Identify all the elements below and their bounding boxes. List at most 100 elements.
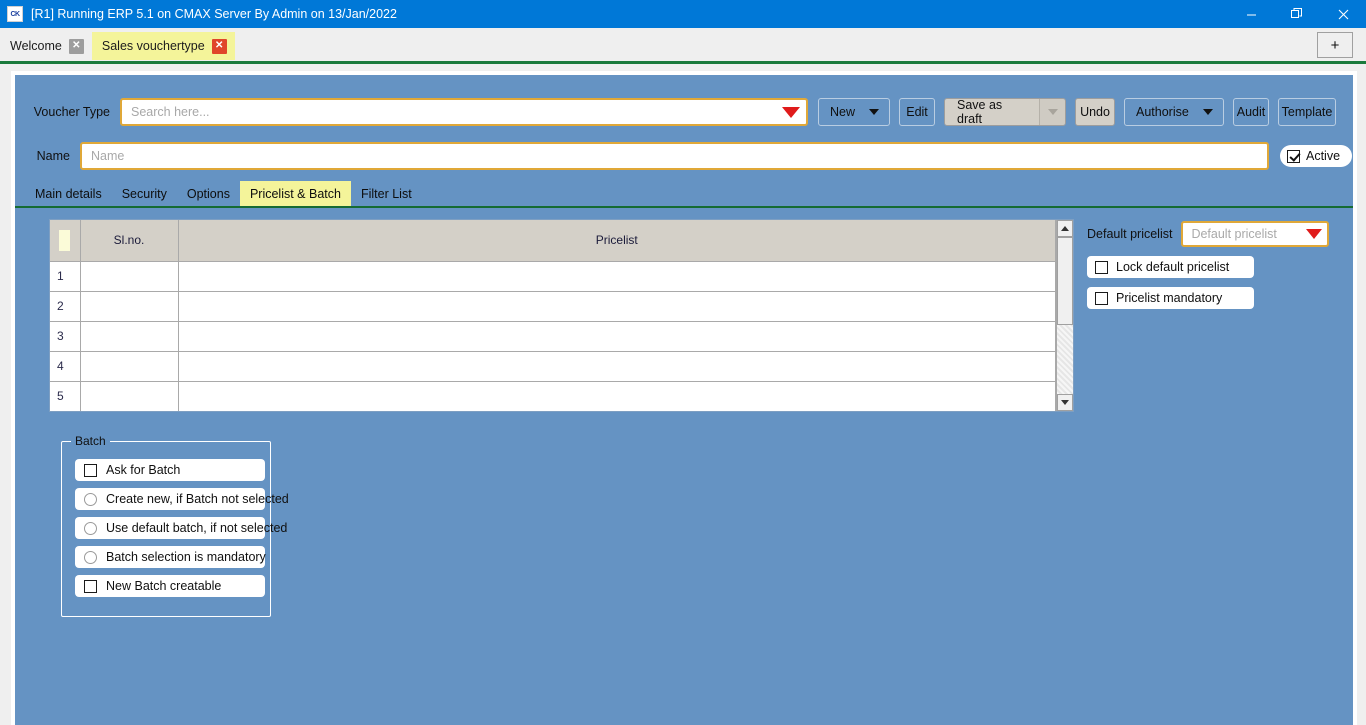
row-number: 2	[50, 291, 81, 322]
close-tab-icon[interactable]: ✕	[211, 38, 227, 54]
use-default-batch-if-not-selected-radio[interactable]: Use default batch, if not selected	[75, 517, 287, 539]
caret-down-icon[interactable]	[1306, 229, 1323, 239]
grid-vertical-scrollbar[interactable]	[1056, 220, 1073, 411]
name-label: Name	[36, 149, 70, 163]
add-tab-button[interactable]: +	[1317, 32, 1353, 58]
save-as-draft-dropdown-button[interactable]	[1039, 99, 1065, 125]
minimize-icon	[1246, 14, 1256, 15]
authorise-button-label: Authorise	[1136, 105, 1189, 119]
grid-header-row: Sl.no. Pricelist	[50, 220, 1056, 262]
window-title: [R1] Running ERP 5.1 on CMAX Server By A…	[31, 7, 397, 21]
chevron-down-icon	[1047, 109, 1058, 115]
cell-slno[interactable]	[80, 321, 179, 352]
document-tab-label: Sales vouchertype	[101, 39, 205, 53]
row-number: 3	[50, 321, 81, 352]
cell-pricelist[interactable]	[178, 321, 1056, 352]
grid-header-marker-cell	[50, 220, 81, 262]
new-button[interactable]: New	[818, 98, 890, 126]
authorise-button[interactable]: Authorise	[1124, 98, 1224, 126]
section-tab-underline	[15, 206, 1353, 208]
pricelist-grid-body[interactable]: Sl.no. Pricelist 1 2 3 4 5	[50, 220, 1056, 411]
checkbox-checked-icon	[1287, 149, 1300, 163]
ask-for-batch-label: Ask for Batch	[106, 463, 181, 477]
tab-main-details[interactable]: Main details	[25, 181, 112, 207]
cell-pricelist[interactable]	[178, 381, 1056, 411]
minimize-button[interactable]	[1228, 0, 1274, 28]
active-checkbox[interactable]: Active	[1280, 145, 1353, 167]
create-new-if-batch-not-selected-label: Create new, if Batch not selected	[106, 492, 289, 506]
cell-slno[interactable]	[80, 351, 179, 382]
scrollbar-thumb[interactable]	[1057, 237, 1073, 325]
workspace: Voucher Type Search here... New Edit Sav…	[0, 67, 1366, 725]
scrollbar-track[interactable]	[1057, 237, 1073, 394]
maximize-restore-button[interactable]	[1274, 0, 1320, 28]
close-window-button[interactable]	[1320, 0, 1366, 28]
new-batch-creatable-checkbox[interactable]: New Batch creatable	[75, 575, 265, 597]
tab-security[interactable]: Security	[112, 181, 177, 207]
pricelist-options-panel: Default pricelist Default pricelist Lock…	[1087, 221, 1347, 309]
table-row[interactable]: 5	[50, 381, 1056, 411]
row-number: 4	[50, 351, 81, 382]
document-tab-label: Welcome	[10, 39, 62, 53]
new-button-label: New	[830, 105, 856, 119]
checkbox-icon	[84, 579, 97, 593]
name-placeholder: Name	[91, 149, 125, 163]
restore-icon	[1291, 8, 1302, 18]
active-checkbox-label: Active	[1306, 149, 1341, 163]
batch-group-box: Batch Ask for Batch Create new, if Batch…	[61, 434, 289, 617]
pricelist-grid: Sl.no. Pricelist 1 2 3 4 5	[49, 219, 1074, 412]
cell-slno[interactable]	[80, 291, 179, 322]
row-number: 1	[50, 261, 81, 292]
table-row[interactable]: 1	[50, 261, 1056, 292]
document-tab-welcome[interactable]: Welcome ✕	[0, 32, 92, 60]
row-marker-icon	[59, 229, 71, 251]
document-tab-strip: Welcome ✕ Sales vouchertype ✕ +	[0, 28, 1366, 64]
close-tab-icon[interactable]: ✕	[68, 38, 84, 54]
ask-for-batch-checkbox[interactable]: Ask for Batch	[75, 459, 265, 481]
scroll-up-button[interactable]	[1057, 220, 1073, 237]
cell-slno[interactable]	[80, 381, 179, 411]
template-button[interactable]: Template	[1278, 98, 1336, 126]
save-as-draft-button[interactable]: Save as draft	[945, 99, 1039, 125]
edit-button[interactable]: Edit	[899, 98, 935, 126]
voucher-type-row: Voucher Type Search here... New Edit Sav…	[15, 96, 1353, 128]
tab-filter-list[interactable]: Filter List	[351, 181, 422, 207]
pricelist-mandatory-label: Pricelist mandatory	[1116, 291, 1223, 305]
voucher-type-placeholder: Search here...	[131, 105, 210, 119]
default-pricelist-select[interactable]: Default pricelist	[1181, 221, 1330, 247]
voucher-type-search-input[interactable]: Search here...	[120, 98, 808, 126]
checkbox-icon	[1095, 260, 1108, 274]
document-tab-sales-vouchertype[interactable]: Sales vouchertype ✕	[91, 32, 235, 60]
caret-down-icon[interactable]	[782, 106, 800, 118]
lock-default-pricelist-checkbox[interactable]: Lock default pricelist	[1087, 256, 1254, 278]
undo-button[interactable]: Undo	[1075, 98, 1115, 126]
triangle-down-icon	[1061, 400, 1069, 405]
tab-pricelist-and-batch[interactable]: Pricelist & Batch	[239, 181, 351, 207]
table-row[interactable]: 3	[50, 321, 1056, 352]
cell-pricelist[interactable]	[178, 351, 1056, 382]
use-default-batch-if-not-selected-label: Use default batch, if not selected	[106, 521, 288, 535]
cell-slno[interactable]	[80, 261, 179, 292]
save-as-draft-split-button[interactable]: Save as draft	[944, 98, 1066, 126]
name-row: Name Name Active	[15, 141, 1353, 171]
voucher-type-form-panel: Voucher Type Search here... New Edit Sav…	[11, 71, 1357, 725]
default-pricelist-placeholder: Default pricelist	[1191, 227, 1277, 241]
table-row[interactable]: 4	[50, 351, 1056, 382]
grid-header-slno[interactable]: Sl.no.	[80, 220, 179, 262]
batch-selection-is-mandatory-radio[interactable]: Batch selection is mandatory	[75, 546, 266, 568]
audit-button[interactable]: Audit	[1233, 98, 1269, 126]
scroll-down-button[interactable]	[1057, 394, 1073, 411]
tab-options[interactable]: Options	[177, 181, 240, 207]
section-tab-bar: Main details Security Options Pricelist …	[25, 181, 1353, 207]
cell-pricelist[interactable]	[178, 291, 1056, 322]
table-row[interactable]: 2	[50, 291, 1056, 322]
cell-pricelist[interactable]	[178, 261, 1056, 292]
grid-header-pricelist[interactable]: Pricelist	[178, 220, 1056, 262]
create-new-if-batch-not-selected-radio[interactable]: Create new, if Batch not selected	[75, 488, 289, 510]
window-titlebar: CK [R1] Running ERP 5.1 on CMAX Server B…	[0, 0, 1366, 28]
close-icon	[1338, 9, 1348, 19]
batch-selection-is-mandatory-label: Batch selection is mandatory	[106, 550, 266, 564]
grid-rows: 1 2 3 4 5	[50, 261, 1056, 411]
pricelist-mandatory-checkbox[interactable]: Pricelist mandatory	[1087, 287, 1254, 309]
name-input[interactable]: Name	[80, 142, 1269, 170]
